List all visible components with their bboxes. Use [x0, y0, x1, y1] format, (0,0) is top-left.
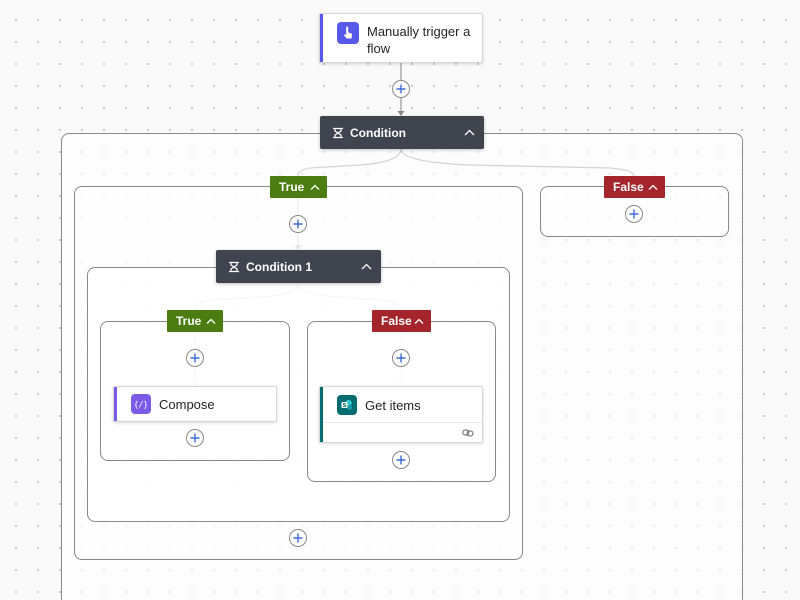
condition-icon: [332, 127, 344, 139]
chevron-up-icon[interactable]: [310, 183, 320, 191]
get-items-footer-divider: [323, 422, 482, 423]
chevron-up-icon[interactable]: [648, 183, 658, 191]
condition-icon: [228, 261, 240, 273]
get-items-accent-stripe: [320, 387, 323, 442]
outer-true-branch-pill[interactable]: True: [270, 176, 327, 198]
add-step-button[interactable]: [289, 529, 307, 547]
add-step-button[interactable]: [289, 215, 307, 233]
add-step-button[interactable]: [625, 205, 643, 223]
inner-true-label: True: [176, 314, 202, 328]
add-step-button[interactable]: [392, 349, 410, 367]
link-icon[interactable]: [462, 428, 474, 438]
add-step-button[interactable]: [186, 429, 204, 447]
outer-false-label: False: [613, 180, 644, 194]
add-step-button[interactable]: [392, 80, 410, 98]
plus-icon: [293, 533, 303, 543]
trigger-label: Manually trigger a flow: [367, 24, 471, 56]
condition-header[interactable]: Condition: [320, 116, 484, 149]
compose-label: Compose: [159, 396, 215, 412]
compose-icon: {/}: [131, 394, 151, 414]
condition-1-label: Condition 1: [246, 259, 312, 274]
chevron-up-icon[interactable]: [464, 128, 475, 138]
svg-text:S: S: [343, 403, 347, 409]
compose-card[interactable]: {/} Compose: [113, 386, 277, 422]
plus-icon: [396, 84, 406, 94]
plus-icon: [293, 219, 303, 229]
add-step-button[interactable]: [186, 349, 204, 367]
plus-icon: [396, 353, 406, 363]
compose-accent-stripe: [114, 387, 117, 421]
trigger-accent-stripe: [320, 14, 323, 62]
outer-true-label: True: [279, 180, 305, 194]
plus-icon: [190, 433, 200, 443]
plus-icon: [629, 209, 639, 219]
chevron-up-icon[interactable]: [361, 262, 372, 272]
trigger-card[interactable]: Manually trigger a flow: [319, 13, 483, 63]
condition-label: Condition: [350, 125, 406, 140]
sharepoint-icon: S: [337, 395, 357, 415]
chevron-up-icon[interactable]: [414, 317, 424, 325]
outer-false-branch-pill[interactable]: False: [604, 176, 665, 198]
chevron-up-icon[interactable]: [206, 317, 216, 325]
inner-false-label: False: [381, 314, 412, 328]
add-step-button[interactable]: [392, 451, 410, 469]
inner-true-branch-pill[interactable]: True: [167, 310, 223, 332]
get-items-card[interactable]: S Get items: [319, 386, 483, 443]
plus-icon: [396, 455, 406, 465]
hand-touch-icon: [337, 22, 359, 44]
get-items-label: Get items: [365, 398, 421, 413]
plus-icon: [190, 353, 200, 363]
condition-1-header[interactable]: Condition 1: [216, 250, 381, 283]
svg-text:{/}: {/}: [135, 400, 147, 409]
inner-false-branch-pill[interactable]: False: [372, 310, 431, 332]
